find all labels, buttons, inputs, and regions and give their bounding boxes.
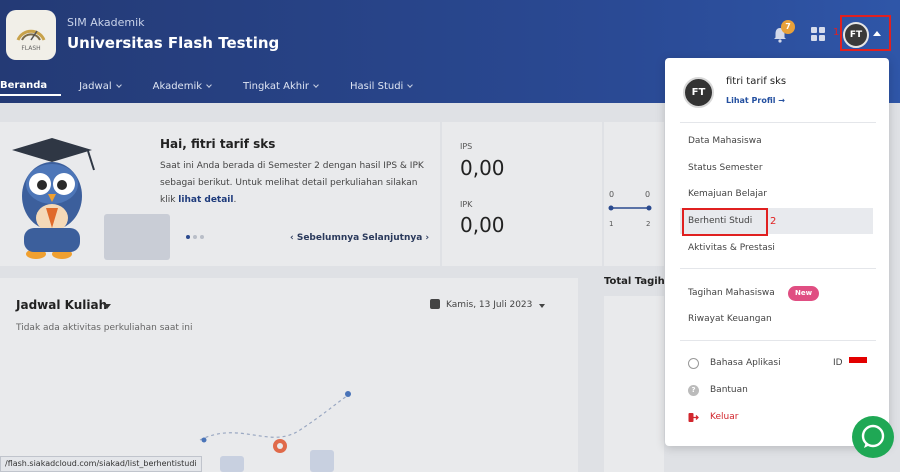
welcome-desc-suffix: . (233, 195, 237, 205)
menu-item-kemajuan-belajar[interactable]: Kemajuan Belajar (688, 189, 767, 199)
jadwal-date[interactable]: Kamis, 13 Juli 2023 (446, 300, 532, 310)
menu-item-tagihan-mahasiswa[interactable]: Tagihan Mahasiswa (688, 288, 775, 298)
carousel-dots[interactable] (186, 235, 204, 239)
main-nav: Beranda Jadwal Akademik Tingkat Akhir Ha… (0, 76, 428, 102)
menu-item-bantuan[interactable]: Bantuan (710, 385, 748, 395)
next-button[interactable]: Selanjutnya › (362, 233, 429, 243)
apps-grid-icon[interactable] (811, 27, 825, 41)
highlight-box-user-menu (840, 15, 891, 51)
total-tagihan-title: Total Tagiha (604, 276, 672, 287)
annotation-number-2: 2 (770, 216, 777, 227)
caret-down-icon[interactable] (539, 304, 545, 308)
chat-bubble-icon (861, 424, 885, 448)
chevron-down-icon (206, 81, 212, 88)
chevron-down-icon (407, 81, 414, 88)
chart-x-tick: 1 (609, 220, 614, 228)
nav-label: Jadwal (79, 80, 112, 92)
chevron-down-icon (115, 81, 122, 88)
view-profile-link[interactable]: Lihat Profil → (726, 96, 785, 105)
chat-button[interactable] (852, 416, 894, 458)
jadwal-empty-message: Tidak ada aktivitas perkuliahan saat ini (16, 323, 193, 333)
menu-item-keluar[interactable]: Keluar (710, 412, 738, 422)
prev-button[interactable]: ‹ Sebelumnya (290, 233, 359, 243)
chart-value-label: 0 (645, 190, 651, 199)
app-title: Universitas Flash Testing (67, 34, 280, 52)
chart-line (608, 205, 652, 211)
nav-beranda[interactable]: Beranda (0, 76, 62, 96)
ipk-label: IPK (460, 200, 473, 209)
nav-jadwal[interactable]: Jadwal (61, 76, 137, 96)
browser-status-url: /flash.siakadcloud.com/siakad/list_berhe… (0, 456, 202, 472)
nav-label: Akademik (152, 80, 203, 92)
caret-down-icon[interactable] (103, 304, 111, 309)
flag-icon (849, 357, 867, 363)
svg-text:FLASH: FLASH (21, 45, 40, 52)
new-badge: New (788, 286, 820, 301)
owl-mascot-illustration (12, 138, 95, 259)
welcome-greeting: Hai, fitri tarif sks (160, 137, 276, 151)
total-tagihan-card (604, 296, 664, 472)
calendar-icon (430, 299, 440, 309)
logout-icon (688, 413, 699, 422)
nav-tingkat-akhir[interactable]: Tingkat Akhir (227, 76, 334, 96)
nav-akademik[interactable]: Akademik (137, 76, 227, 96)
chart-x-tick: 2 (646, 220, 651, 228)
menu-item-status-semester[interactable]: Status Semester (688, 163, 763, 173)
empty-schedule-illustration (199, 391, 351, 472)
dropdown-avatar: FT (683, 77, 714, 108)
globe-icon (688, 358, 699, 369)
divider (680, 122, 876, 123)
laptop-illustration (104, 214, 170, 260)
chart-value-label: 0 (609, 190, 615, 199)
ips-label: IPS (460, 142, 473, 151)
annotation-number-1: 1 (833, 27, 840, 38)
notification-badge: 7 (781, 20, 795, 34)
app-subtitle: SIM Akademik (67, 16, 145, 29)
lihat-detail-link[interactable]: lihat detail (178, 195, 233, 205)
chevron-down-icon (313, 81, 319, 88)
menu-item-aktivitas-prestasi[interactable]: Aktivitas & Prestasi (688, 243, 775, 253)
menu-item-bahasa-aplikasi[interactable]: Bahasa Aplikasi (710, 358, 781, 368)
language-value[interactable]: ID (833, 358, 843, 368)
divider (680, 268, 876, 269)
nav-hasil-studi[interactable]: Hasil Studi (334, 76, 428, 96)
welcome-description: Saat ini Anda berada di Semester 2 denga… (160, 158, 430, 209)
ipk-value: 0,00 (460, 213, 505, 237)
dropdown-user-name: fitri tarif sks (726, 76, 787, 87)
ips-value: 0,00 (460, 156, 505, 180)
nav-label: Tingkat Akhir (243, 80, 309, 92)
divider (680, 340, 876, 341)
menu-item-riwayat-keuangan[interactable]: Riwayat Keuangan (688, 314, 772, 324)
university-logo[interactable]: FLASH (6, 10, 56, 60)
jadwal-title[interactable]: Jadwal Kuliah (16, 298, 107, 312)
nav-label: Hasil Studi (350, 80, 404, 92)
highlight-box-berhenti-studi (682, 208, 768, 236)
nav-label: Beranda (0, 79, 48, 91)
menu-item-data-mahasiswa[interactable]: Data Mahasiswa (688, 136, 762, 146)
help-icon: ? (688, 385, 699, 396)
